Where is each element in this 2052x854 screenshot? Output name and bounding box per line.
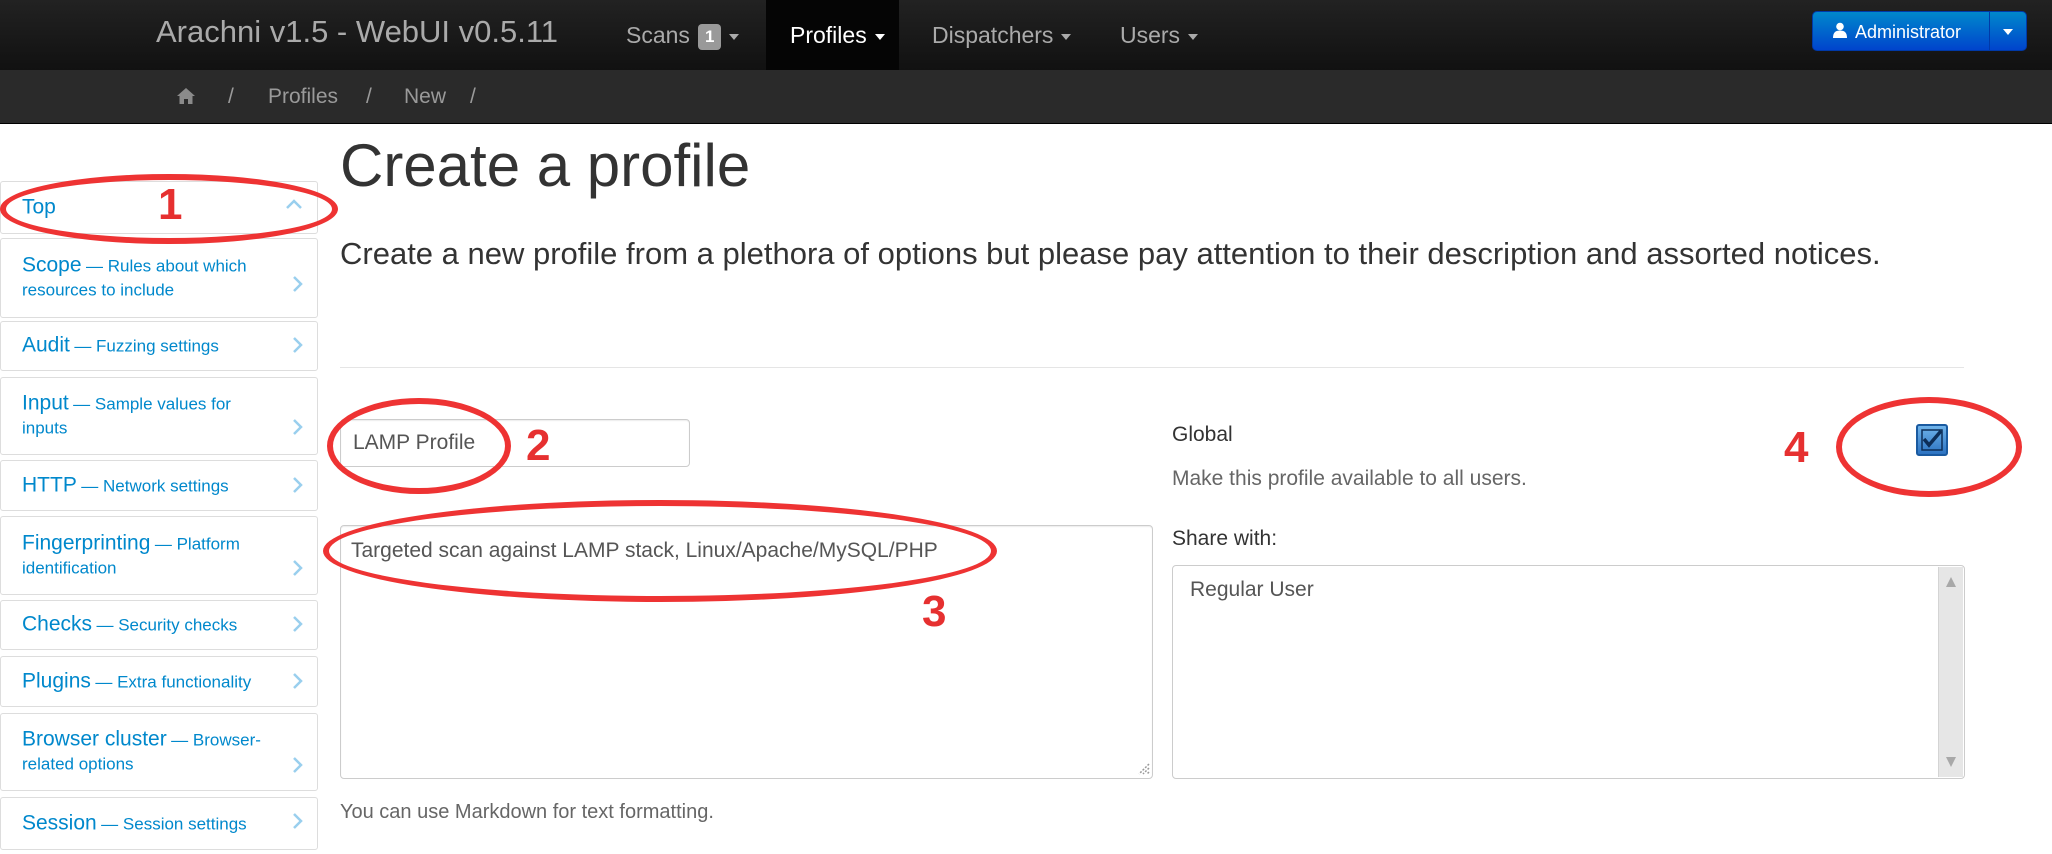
sidebar-item-fingerprinting[interactable]: Fingerprinting — Platform identification [0,516,318,595]
scans-count-badge: 1 [697,23,722,50]
sidebar-item-text: Plugins — Extra functionality [22,669,281,694]
sidebar-item-title: Top [22,195,56,218]
nav-scans-label: Scans [626,22,690,48]
sidebar-item-text: HTTP — Network settings [22,473,281,498]
scroll-down-icon[interactable] [1946,757,1956,767]
chevron-right-icon [293,673,303,689]
annotation-number-2: 2 [526,421,551,470]
chevron-down-icon [2003,29,2013,35]
sidebar-item-title: Input [22,391,69,415]
chevron-right-icon [293,276,303,292]
user-icon [1833,14,1847,54]
sidebar-item-title: Checks [22,612,93,636]
nav-dispatchers[interactable]: Dispatchers [916,0,1087,70]
sidebar-item-plugins[interactable]: Plugins — Extra functionality [0,656,318,707]
breadcrumb-profiles[interactable]: Profiles [268,70,338,123]
nav-profiles[interactable]: Profiles [766,0,899,70]
divider [340,367,1964,368]
sidebar-item-browser-cluster[interactable]: Browser cluster — Browser-related option… [0,713,318,791]
user-menu-button[interactable]: Administrator [1812,11,1990,51]
home-icon[interactable] [176,87,196,105]
profile-description-textarea[interactable]: Targeted scan against LAMP stack, Linux/… [340,525,1153,779]
chevron-right-icon [293,757,303,773]
app-brand[interactable]: Arachni v1.5 - WebUI v0.5.11 [156,14,558,50]
sidebar-item-title: HTTP [22,473,77,496]
sidebar-item-text: Session — Session settings [22,811,281,836]
chevron-down-icon [1188,33,1199,40]
sidebar-item-checks[interactable]: Checks — Security checks [0,600,318,650]
annotation-number-1: 1 [158,180,183,229]
sidebar-item-title: Session [22,811,97,834]
page-lead: Create a new profile from a plethora of … [340,236,1881,271]
nav-users-label: Users [1120,22,1181,48]
breadcrumb-separator: / [470,85,476,108]
share-with-label: Share with: [1172,527,1278,550]
sidebar-item-text: Checks — Security checks [22,613,281,638]
sidebar-item-text: Scope — Rules about which resources to i… [22,254,281,303]
chevron-down-icon [729,33,740,40]
breadcrumb-new: New [404,85,447,108]
user-menu-toggle[interactable] [1989,11,2027,51]
sidebar-item-desc: — Session settings [101,814,247,833]
sidebar-item-scope[interactable]: Scope — Rules about which resources to i… [0,238,318,318]
nav-profiles-label: Profiles [790,22,867,48]
sidebar-item-session[interactable]: Session — Session settings [0,797,318,850]
chevron-right-icon [293,419,303,435]
sidebar-item-audit[interactable]: Audit — Fuzzing settings [0,321,318,371]
sidebar-item-input[interactable]: Input — Sample values for inputs [0,377,318,455]
sidebar-item-text: Input — Sample values for inputs [22,392,281,441]
nav-users[interactable]: Users [1104,0,1214,70]
sidebar-item-http[interactable]: HTTP — Network settings [0,460,318,511]
sidebar-item-desc: — Fuzzing settings [74,336,219,356]
annotation-number-4: 4 [1784,423,1809,472]
user-menu-label: Administrator [1855,22,1962,42]
breadcrumb: / Profiles / New / [0,70,2052,124]
resize-grip-icon[interactable] [1133,758,1151,776]
share-option-regular-user[interactable]: Regular User [1190,578,1314,602]
sidebar-item-title: Scope [22,253,82,277]
chevron-down-icon [874,33,885,40]
breadcrumb-separator: / [366,85,372,108]
sidebar-item-text: Top [22,195,281,220]
chevron-up-icon [286,199,302,209]
sidebar-item-desc: — Extra functionality [95,672,252,691]
sidebar-item-title: Plugins [22,669,91,692]
global-checkbox[interactable] [1916,424,1948,456]
sidebar-item-title: Fingerprinting [22,531,151,554]
chevron-right-icon [293,813,303,829]
annotation-number-3: 3 [922,587,947,636]
scroll-up-icon[interactable] [1946,577,1956,587]
sidebar-item-text: Browser cluster — Browser-related option… [22,728,281,777]
breadcrumb-separator: / [228,85,234,108]
sidebar-item-desc: — Network settings [81,476,229,495]
chevron-right-icon [293,560,303,576]
chevron-down-icon [1061,33,1072,40]
nav-scans[interactable]: Scans 1 [610,0,755,70]
chevron-right-icon [293,337,303,353]
sidebar-item-title: Browser cluster [22,727,167,751]
page-title: Create a profile [340,132,751,199]
profile-name-input[interactable] [340,419,690,467]
sidebar-item-desc: — Security checks [96,615,238,635]
chevron-right-icon [293,616,303,632]
chevron-right-icon [293,477,303,493]
top-navbar: Arachni v1.5 - WebUI v0.5.11 Scans 1 Prof… [0,0,2052,71]
global-label: Global [1172,423,1233,446]
share-with-select[interactable]: Regular User [1172,565,1965,779]
sidebar-item-text: Fingerprinting — Platform identification [22,531,281,580]
sidebar-item-text: Audit — Fuzzing settings [22,334,281,359]
sidebar-item-title: Audit [22,333,70,357]
global-description: Make this profile available to all users… [1172,467,1527,490]
checkmark-icon [1921,429,1943,451]
nav-dispatchers-label: Dispatchers [932,22,1054,48]
markdown-help-text: You can use Markdown for text formatting… [340,801,714,823]
share-scrollbar[interactable] [1938,567,1963,777]
